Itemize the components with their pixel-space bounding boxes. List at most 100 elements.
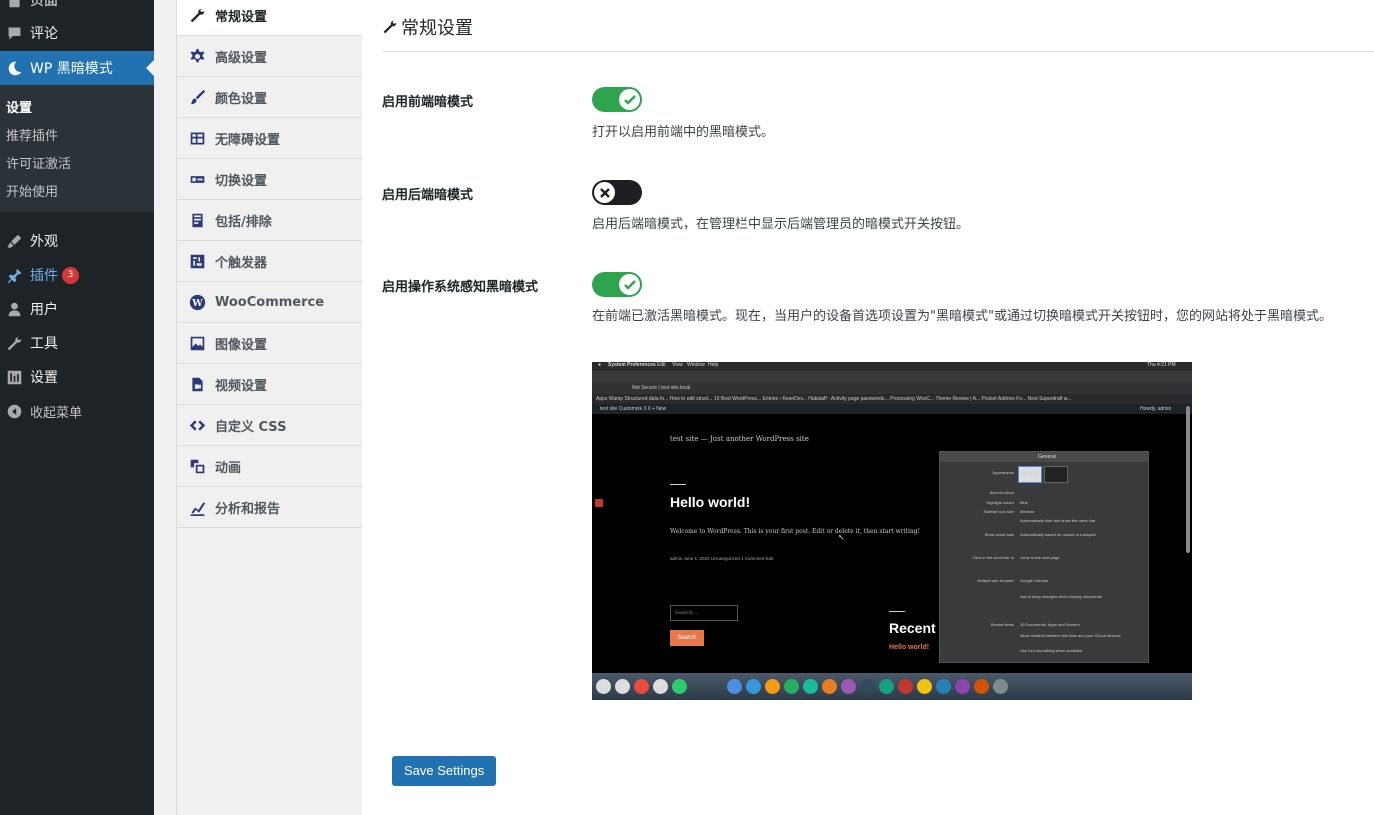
system-preferences-window: General Appearance Light Dark Accent colou… <box>939 451 1149 663</box>
dock-app-icon <box>634 679 649 694</box>
mac-dock <box>592 673 1192 700</box>
prefs-row-value: Blue <box>1020 500 1029 505</box>
frontend-dark-mode-toggle[interactable] <box>592 87 642 112</box>
tab-include-exclude[interactable]: 包括/排除 <box>177 201 362 241</box>
apple-icon: ● <box>598 362 602 368</box>
tab-advanced-settings[interactable]: 高级设置 <box>177 37 362 77</box>
tab-switch-settings[interactable]: 切换设置 <box>177 160 362 200</box>
os-aware-demo-screenshot: ● System Preferences Edit View Window He… <box>592 362 1192 700</box>
backend-dark-mode-label: 启用后端暗模式 <box>382 188 474 203</box>
close-x-icon <box>594 182 615 203</box>
image-icon <box>188 335 206 353</box>
prefs-row-label: Accent colour <box>989 490 1014 495</box>
dock-app-icon <box>936 679 951 694</box>
tab-accessibility-settings[interactable]: 无障碍设置 <box>177 119 362 159</box>
admin-menu-plugins[interactable]: 插件 3 <box>0 258 154 292</box>
dock-app-icon <box>672 679 687 694</box>
browser-address-bar: Not Secure | test-site.local <box>592 383 1192 394</box>
admin-menu-users[interactable]: 用户 <box>0 292 154 326</box>
mac-menubar: ● System Preferences Edit View Window He… <box>592 362 1192 371</box>
plugins-icon <box>4 265 24 285</box>
recent-post-link: Hello world! <box>889 644 930 651</box>
browser-tab-strip <box>592 371 1192 383</box>
video-file-icon <box>188 376 206 394</box>
dock-app-icon <box>993 679 1008 694</box>
admin-menu-comments[interactable]: 评论 <box>0 16 154 50</box>
prefs-row-value: Allow Handoff between this Mac and your … <box>1020 633 1121 638</box>
prefs-row-label: Show scroll bars <box>984 532 1014 537</box>
preview-scrollbar <box>1186 406 1190 553</box>
wp-admin-bar: test site Customize 3 0 + New Howdy, adm… <box>592 404 1192 414</box>
admin-menu-pages[interactable]: 页面 <box>0 0 154 17</box>
code-icon <box>188 417 206 435</box>
plugin-update-count-badge: 3 <box>62 266 79 284</box>
paintbrush-icon <box>188 89 206 107</box>
prefs-row-label: Default web browser <box>977 578 1014 583</box>
settings-content: 常规设置 启用前端暗模式 打开以启用前端中的黑暗模式。 启用后端暗模式 启用后端… <box>362 0 1374 815</box>
os-aware-dark-mode-toggle[interactable] <box>592 272 642 297</box>
browser-bookmarks-bar: Apps Wamp Structured data fo... How to e… <box>592 394 1192 404</box>
os-aware-dark-mode-description: 在前端已激活黑暗模式。现在，当用户的设备首选项设置为"黑暗模式"或通过切换暗模式… <box>592 309 1332 324</box>
tab-image-settings[interactable]: 图像设置 <box>177 324 362 364</box>
tab-woocommerce[interactable]: W WooCommerce <box>177 283 362 323</box>
recent-heading: Recent <box>889 620 936 636</box>
comments-icon <box>4 23 24 43</box>
check-icon <box>619 89 640 110</box>
dock-app-icon <box>727 679 742 694</box>
wordpress-icon: W <box>188 294 206 312</box>
prefs-row-label: Recent items <box>990 622 1014 627</box>
settings-nav: 常规设置 高级设置 颜色设置 无障碍设置 切换设置 包括/排除 个触发器 W W… <box>176 0 363 815</box>
dock-app-icon <box>917 679 932 694</box>
dock-app-icon <box>860 679 875 694</box>
prefs-row-value: Automatically based on mouse or trackpad <box>1020 532 1096 537</box>
dock-app-icon <box>822 679 837 694</box>
preview-search-input: Search ... <box>670 605 738 621</box>
post-title: Hello world! <box>670 494 751 510</box>
prefs-row-value: Google Chrome <box>1020 578 1049 583</box>
prefs-row-label: Click in the scroll bar to <box>972 555 1014 560</box>
trigger-icon <box>188 253 206 271</box>
record-stop-icon <box>595 499 603 507</box>
prefs-row-label: Highlight colour <box>986 500 1014 505</box>
pages-icon <box>4 0 24 10</box>
users-icon <box>4 299 24 319</box>
admin-menu-wp-dark-mode[interactable]: WP 黑暗模式 <box>0 51 154 85</box>
title-divider <box>382 51 1374 52</box>
prefs-row-label: Sidebar icon size <box>983 509 1014 514</box>
submenu-recommended-plugins[interactable]: 推荐插件 <box>6 125 58 144</box>
admin-submenu: 设置 推荐插件 许可证激活 开始使用 <box>0 85 154 212</box>
tab-triggers[interactable]: 个触发器 <box>177 242 362 282</box>
admin-menu-tools[interactable]: 工具 <box>0 326 154 360</box>
chart-icon <box>188 499 206 517</box>
submenu-settings[interactable]: 设置 <box>6 97 32 116</box>
site-title: test site — Just another WordPress site <box>670 435 809 443</box>
prefs-row-value: Use font smoothing when available <box>1020 648 1083 653</box>
moon-icon <box>4 58 24 78</box>
admin-menu-settings[interactable]: 设置 <box>0 360 154 394</box>
wrench-icon <box>383 20 397 34</box>
post-excerpt: Welcome to WordPress. This is your first… <box>670 528 920 535</box>
tab-analytics-reports[interactable]: 分析和报告 <box>177 488 362 528</box>
save-settings-button[interactable]: Save Settings <box>392 756 497 786</box>
admin-menu-appearance[interactable]: 外观 <box>0 224 154 258</box>
backend-dark-mode-toggle[interactable] <box>592 180 642 205</box>
tools-wrench-icon <box>4 333 24 353</box>
tab-video-settings[interactable]: 视频设置 <box>177 365 362 405</box>
tab-general-settings[interactable]: 常规设置 <box>177 0 362 36</box>
dock-app-icon <box>955 679 970 694</box>
admin-menu-collapse[interactable]: 收起菜单 <box>0 394 154 428</box>
tab-animation[interactable]: 动画 <box>177 447 362 487</box>
preview-search-button: Search <box>670 630 704 646</box>
dock-app-icon <box>615 679 630 694</box>
submenu-license-activation[interactable]: 许可证激活 <box>6 153 71 172</box>
tab-color-settings[interactable]: 颜色设置 <box>177 78 362 118</box>
prefs-titlebar: General <box>940 452 1148 462</box>
admin-sidebar: 页面 评论 WP 黑暗模式 设置 推荐插件 许可证激活 开始使用 外观 插件 3… <box>0 0 154 815</box>
gear-icon <box>188 48 206 66</box>
prefs-row-value: Light Dark <box>1020 470 1039 475</box>
submenu-getting-started[interactable]: 开始使用 <box>6 181 58 200</box>
dock-app-icon <box>803 679 818 694</box>
toggle-switch-icon <box>188 171 206 189</box>
os-aware-dark-mode-label: 启用操作系统感知黑暗模式 <box>382 280 539 295</box>
tab-custom-css[interactable]: 自定义 CSS <box>177 406 362 446</box>
